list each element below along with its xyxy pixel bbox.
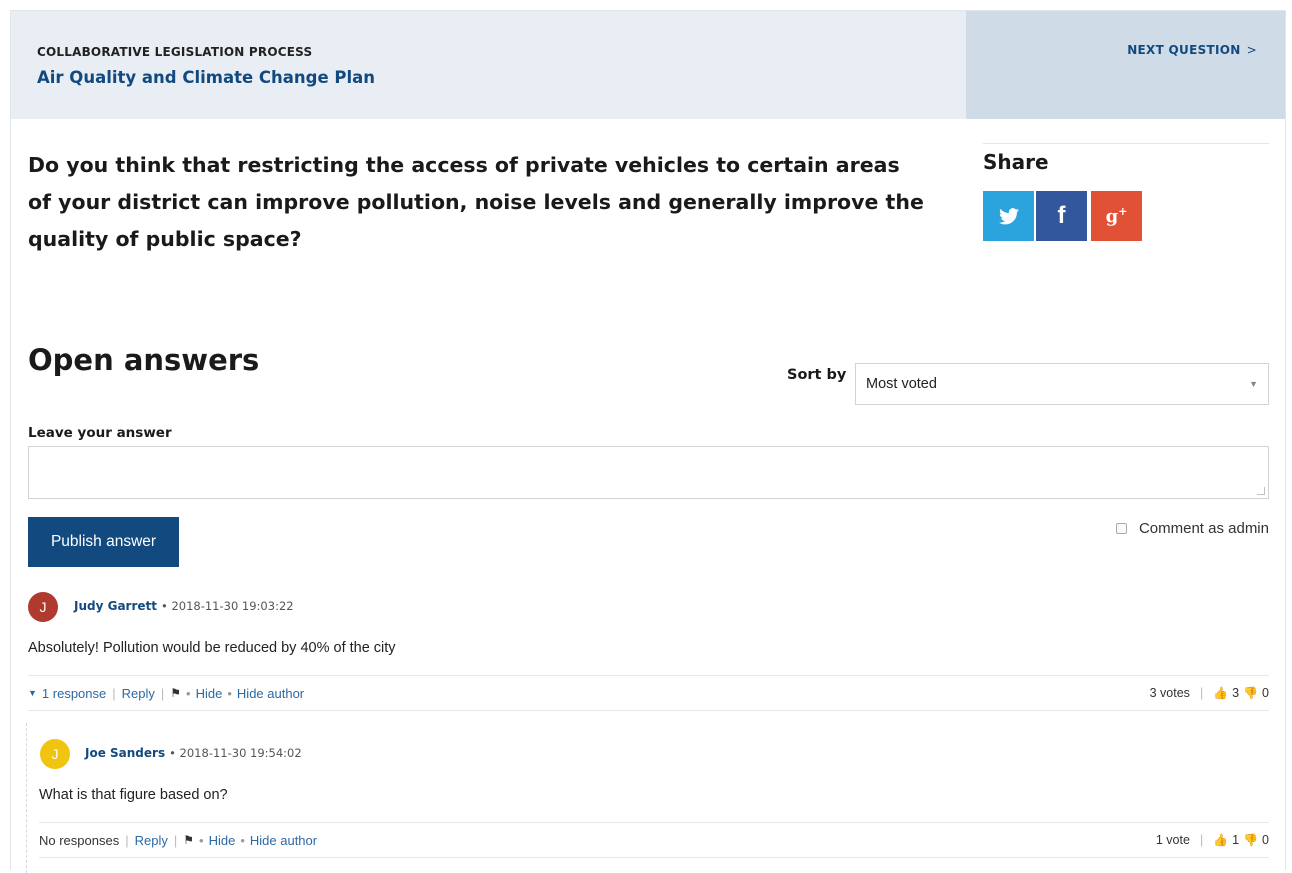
comment-author[interactable]: Judy Garrett [74, 599, 157, 613]
comment-author-line: Judy Garrett • 2018-11-30 19:03:22 [74, 599, 294, 613]
votes-count: 3 votes [1149, 686, 1190, 700]
votes-summary: 1 vote | 👍 1 👎 0 [1155, 833, 1269, 847]
comment-actions: No responses | Reply | ⚑ • Hide • Hide a… [39, 822, 1269, 858]
thread-line [26, 723, 27, 873]
publish-answer-button[interactable]: Publish answer [28, 517, 179, 567]
avatar-initial: J [39, 599, 47, 615]
next-question-panel: NEXT QUESTION > [966, 11, 1285, 119]
votes-summary: 3 votes | 👍 3 👎 0 [1149, 686, 1269, 700]
reply-link[interactable]: Reply [122, 686, 155, 701]
responses-toggle: No responses [39, 832, 120, 848]
thumbs-down-icon[interactable]: 👎 [1243, 686, 1258, 700]
upvote-count: 1 [1232, 833, 1240, 847]
thumbs-down-icon[interactable]: 👎 [1243, 833, 1258, 847]
google-plus-glyph: g [1105, 206, 1119, 227]
comment-as-admin[interactable]: Comment as admin [1115, 520, 1269, 537]
share-title: Share [983, 150, 1049, 174]
next-question-link[interactable]: NEXT QUESTION > [1127, 43, 1257, 57]
comment-author[interactable]: Joe Sanders [85, 746, 165, 760]
upvote-count: 3 [1232, 686, 1240, 700]
process-heading: COLLABORATIVE LEGISLATION PROCESS Air Qu… [11, 11, 966, 119]
comment-as-admin-label: Comment as admin [1138, 520, 1269, 537]
hide-link[interactable]: Hide [209, 833, 236, 848]
comment-timestamp: • 2018-11-30 19:03:22 [161, 599, 294, 613]
page-frame: COLLABORATIVE LEGISLATION PROCESS Air Qu… [10, 10, 1286, 873]
leave-answer-label: Leave your answer [28, 425, 172, 441]
hide-author-link[interactable]: Hide author [250, 833, 317, 848]
hide-link[interactable]: Hide [196, 686, 223, 701]
comment-timestamp: • 2018-11-30 19:54:02 [169, 746, 302, 760]
comment-text: What is that figure based on? [39, 787, 228, 803]
downvote-count: 0 [1262, 686, 1269, 700]
facebook-share-button[interactable]: f [1036, 191, 1087, 241]
twitter-icon [998, 207, 1019, 224]
comment-author-line: Joe Sanders • 2018-11-30 19:54:02 [85, 746, 302, 760]
open-answers-title: Open answers [28, 343, 260, 377]
sort-select-value: Most voted [866, 376, 937, 392]
avatar: J [28, 592, 58, 622]
thumbs-up-icon[interactable]: 👍 [1213, 686, 1228, 700]
thumbs-up-icon[interactable]: 👍 [1213, 833, 1228, 847]
hide-author-link[interactable]: Hide author [237, 686, 304, 701]
comment-as-admin-checkbox[interactable] [1115, 523, 1127, 534]
comment-text: Absolutely! Pollution would be reduced b… [28, 640, 396, 656]
flag-icon[interactable]: ⚑ [183, 833, 194, 847]
chevron-right-icon: > [1246, 43, 1257, 57]
votes-count: 1 vote [1155, 833, 1190, 847]
sort-by-label: Sort by [787, 367, 847, 383]
resize-handle-icon[interactable] [1257, 487, 1265, 495]
reply-link[interactable]: Reply [135, 833, 168, 848]
caret-down-icon: ▼ [1249, 379, 1258, 389]
caret-down-icon[interactable]: ▼ [28, 688, 37, 698]
responses-toggle[interactable]: 1 response [42, 686, 106, 701]
flag-icon[interactable]: ⚑ [170, 686, 181, 700]
downvote-count: 0 [1262, 833, 1269, 847]
google-plus-icon: g+ [1106, 205, 1128, 227]
header-bar: COLLABORATIVE LEGISLATION PROCESS Air Qu… [11, 11, 1285, 119]
google-plus-sup: + [1118, 205, 1128, 218]
share-divider [983, 143, 1269, 144]
next-question-label: NEXT QUESTION [1127, 43, 1241, 57]
process-kicker: COLLABORATIVE LEGISLATION PROCESS [37, 45, 313, 59]
sort-select[interactable]: Most voted ▼ [855, 363, 1269, 405]
avatar-initial: J [51, 746, 59, 762]
avatar: J [40, 739, 70, 769]
answer-textarea[interactable] [28, 446, 1269, 499]
facebook-icon: f [1057, 202, 1066, 229]
process-title[interactable]: Air Quality and Climate Change Plan [37, 68, 940, 87]
question-text: Do you think that restricting the access… [28, 153, 924, 251]
comment-actions: ▼ 1 response | Reply | ⚑ • Hide • Hide a… [28, 675, 1269, 711]
google-plus-share-button[interactable]: g+ [1091, 191, 1142, 241]
twitter-share-button[interactable] [983, 191, 1034, 241]
